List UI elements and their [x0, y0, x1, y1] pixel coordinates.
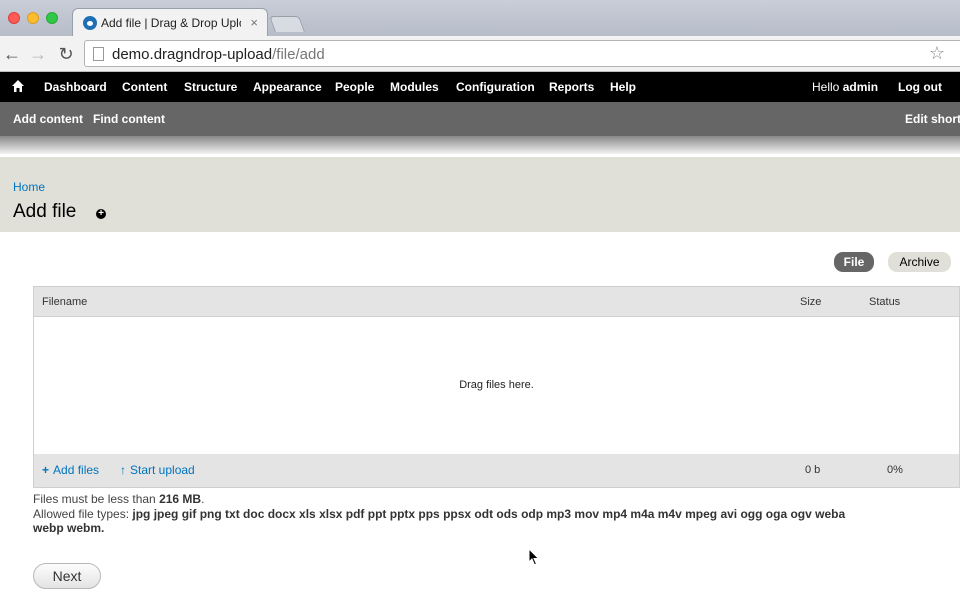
tab-file[interactable]: File: [834, 252, 874, 272]
admin-menu-dashboard[interactable]: Dashboard: [44, 80, 107, 94]
admin-menu-structure[interactable]: Structure: [184, 80, 237, 94]
admin-menu-content[interactable]: Content: [122, 80, 167, 94]
admin-toolbar: Dashboard Content Structure Appearance P…: [0, 72, 960, 102]
url-text[interactable]: demo.dragndrop-upload/file/add: [112, 46, 325, 63]
mouse-cursor-icon: [528, 548, 540, 566]
add-files-button[interactable]: + Add files: [42, 463, 99, 477]
url-host: demo.dragndrop-upload: [112, 46, 273, 63]
username-link[interactable]: admin: [843, 80, 878, 94]
hello-user: Hello admin: [812, 80, 878, 94]
types-line1: jpg jpeg gif png txt doc docx xls xlsx p…: [132, 507, 846, 521]
bookmark-star-icon[interactable]: ☆: [929, 43, 945, 64]
admin-menu-people[interactable]: People: [335, 80, 374, 94]
page-title: Add file: [13, 201, 77, 222]
address-bar[interactable]: demo.dragndrop-upload/file/add ☆: [84, 40, 960, 67]
admin-menu-help[interactable]: Help: [610, 80, 636, 94]
start-upload-label: Start upload: [130, 463, 195, 477]
toolbar-shadow: [0, 136, 960, 154]
hello-prefix: Hello: [812, 80, 843, 94]
plus-icon: +: [42, 463, 50, 477]
tab-archive[interactable]: Archive: [888, 252, 951, 272]
edit-shortcuts-link[interactable]: Edit shortcuts: [905, 112, 960, 126]
home-icon[interactable]: [11, 79, 25, 93]
next-button[interactable]: Next: [33, 563, 101, 589]
back-arrow-icon[interactable]: ←: [2, 44, 22, 64]
forward-arrow-icon[interactable]: →: [28, 44, 48, 64]
logout-link[interactable]: Log out: [898, 80, 942, 94]
types-line2: webp webm.: [33, 521, 105, 535]
tab-close-icon[interactable]: ×: [250, 15, 258, 30]
upload-arrow-icon: ↑: [120, 463, 126, 477]
browser-tab-title: Add file | Drag & Drop Upload: [101, 16, 241, 30]
shortcut-bar: Add content Find content Edit shortcuts: [0, 102, 960, 136]
drop-zone[interactable]: Drag files here.: [34, 379, 959, 391]
file-size-help: Files must be less than 216 MB.: [33, 492, 204, 506]
file-types-help: Allowed file types: jpg jpeg gif png txt…: [33, 507, 845, 521]
url-path: /file/add: [272, 46, 325, 63]
window-zoom-button[interactable]: [46, 12, 58, 24]
column-status: Status: [869, 296, 901, 308]
upload-widget: Filename Size Status Drag files here. + A…: [33, 286, 960, 488]
breadcrumb-home-link[interactable]: Home: [13, 180, 45, 194]
page-header: Home Add file +: [0, 157, 960, 232]
column-filename: Filename: [42, 296, 88, 308]
upload-footer: + Add files ↑ Start upload 0 b 0%: [34, 454, 959, 487]
add-files-label: Add files: [53, 463, 100, 477]
shortcut-add-content[interactable]: Add content: [13, 112, 83, 126]
reload-icon[interactable]: ↻: [56, 44, 76, 64]
window-minimize-button[interactable]: [27, 12, 39, 24]
shortcut-find-content[interactable]: Find content: [93, 112, 165, 126]
browser-tab-strip: Add file | Drag & Drop Upload ×: [0, 0, 960, 36]
size-suffix: .: [201, 492, 205, 506]
window-close-button[interactable]: [8, 12, 20, 24]
add-to-shortcuts-icon[interactable]: +: [96, 209, 106, 219]
upload-table-header: Filename Size Status: [34, 287, 959, 317]
size-limit: 216 MB: [159, 492, 202, 506]
drupal-favicon-icon: [83, 16, 97, 30]
total-size: 0 b: [805, 464, 821, 476]
admin-menu-reports[interactable]: Reports: [549, 80, 594, 94]
browser-tab-active[interactable]: Add file | Drag & Drop Upload ×: [72, 8, 268, 36]
admin-menu-appearance[interactable]: Appearance: [253, 80, 322, 94]
size-prefix: Files must be less than: [33, 492, 160, 506]
browser-toolbar: ← → ↻ demo.dragndrop-upload/file/add ☆: [0, 36, 960, 72]
total-progress: 0%: [887, 464, 903, 476]
page-icon: [93, 47, 104, 61]
column-size: Size: [800, 296, 822, 308]
types-prefix: Allowed file types:: [33, 507, 133, 521]
file-types-help-cont: webp webm.: [33, 521, 104, 535]
admin-menu-modules[interactable]: Modules: [390, 80, 439, 94]
admin-menu-configuration[interactable]: Configuration: [456, 80, 535, 94]
new-tab-button[interactable]: [269, 16, 305, 32]
start-upload-button[interactable]: ↑ Start upload: [120, 463, 195, 477]
